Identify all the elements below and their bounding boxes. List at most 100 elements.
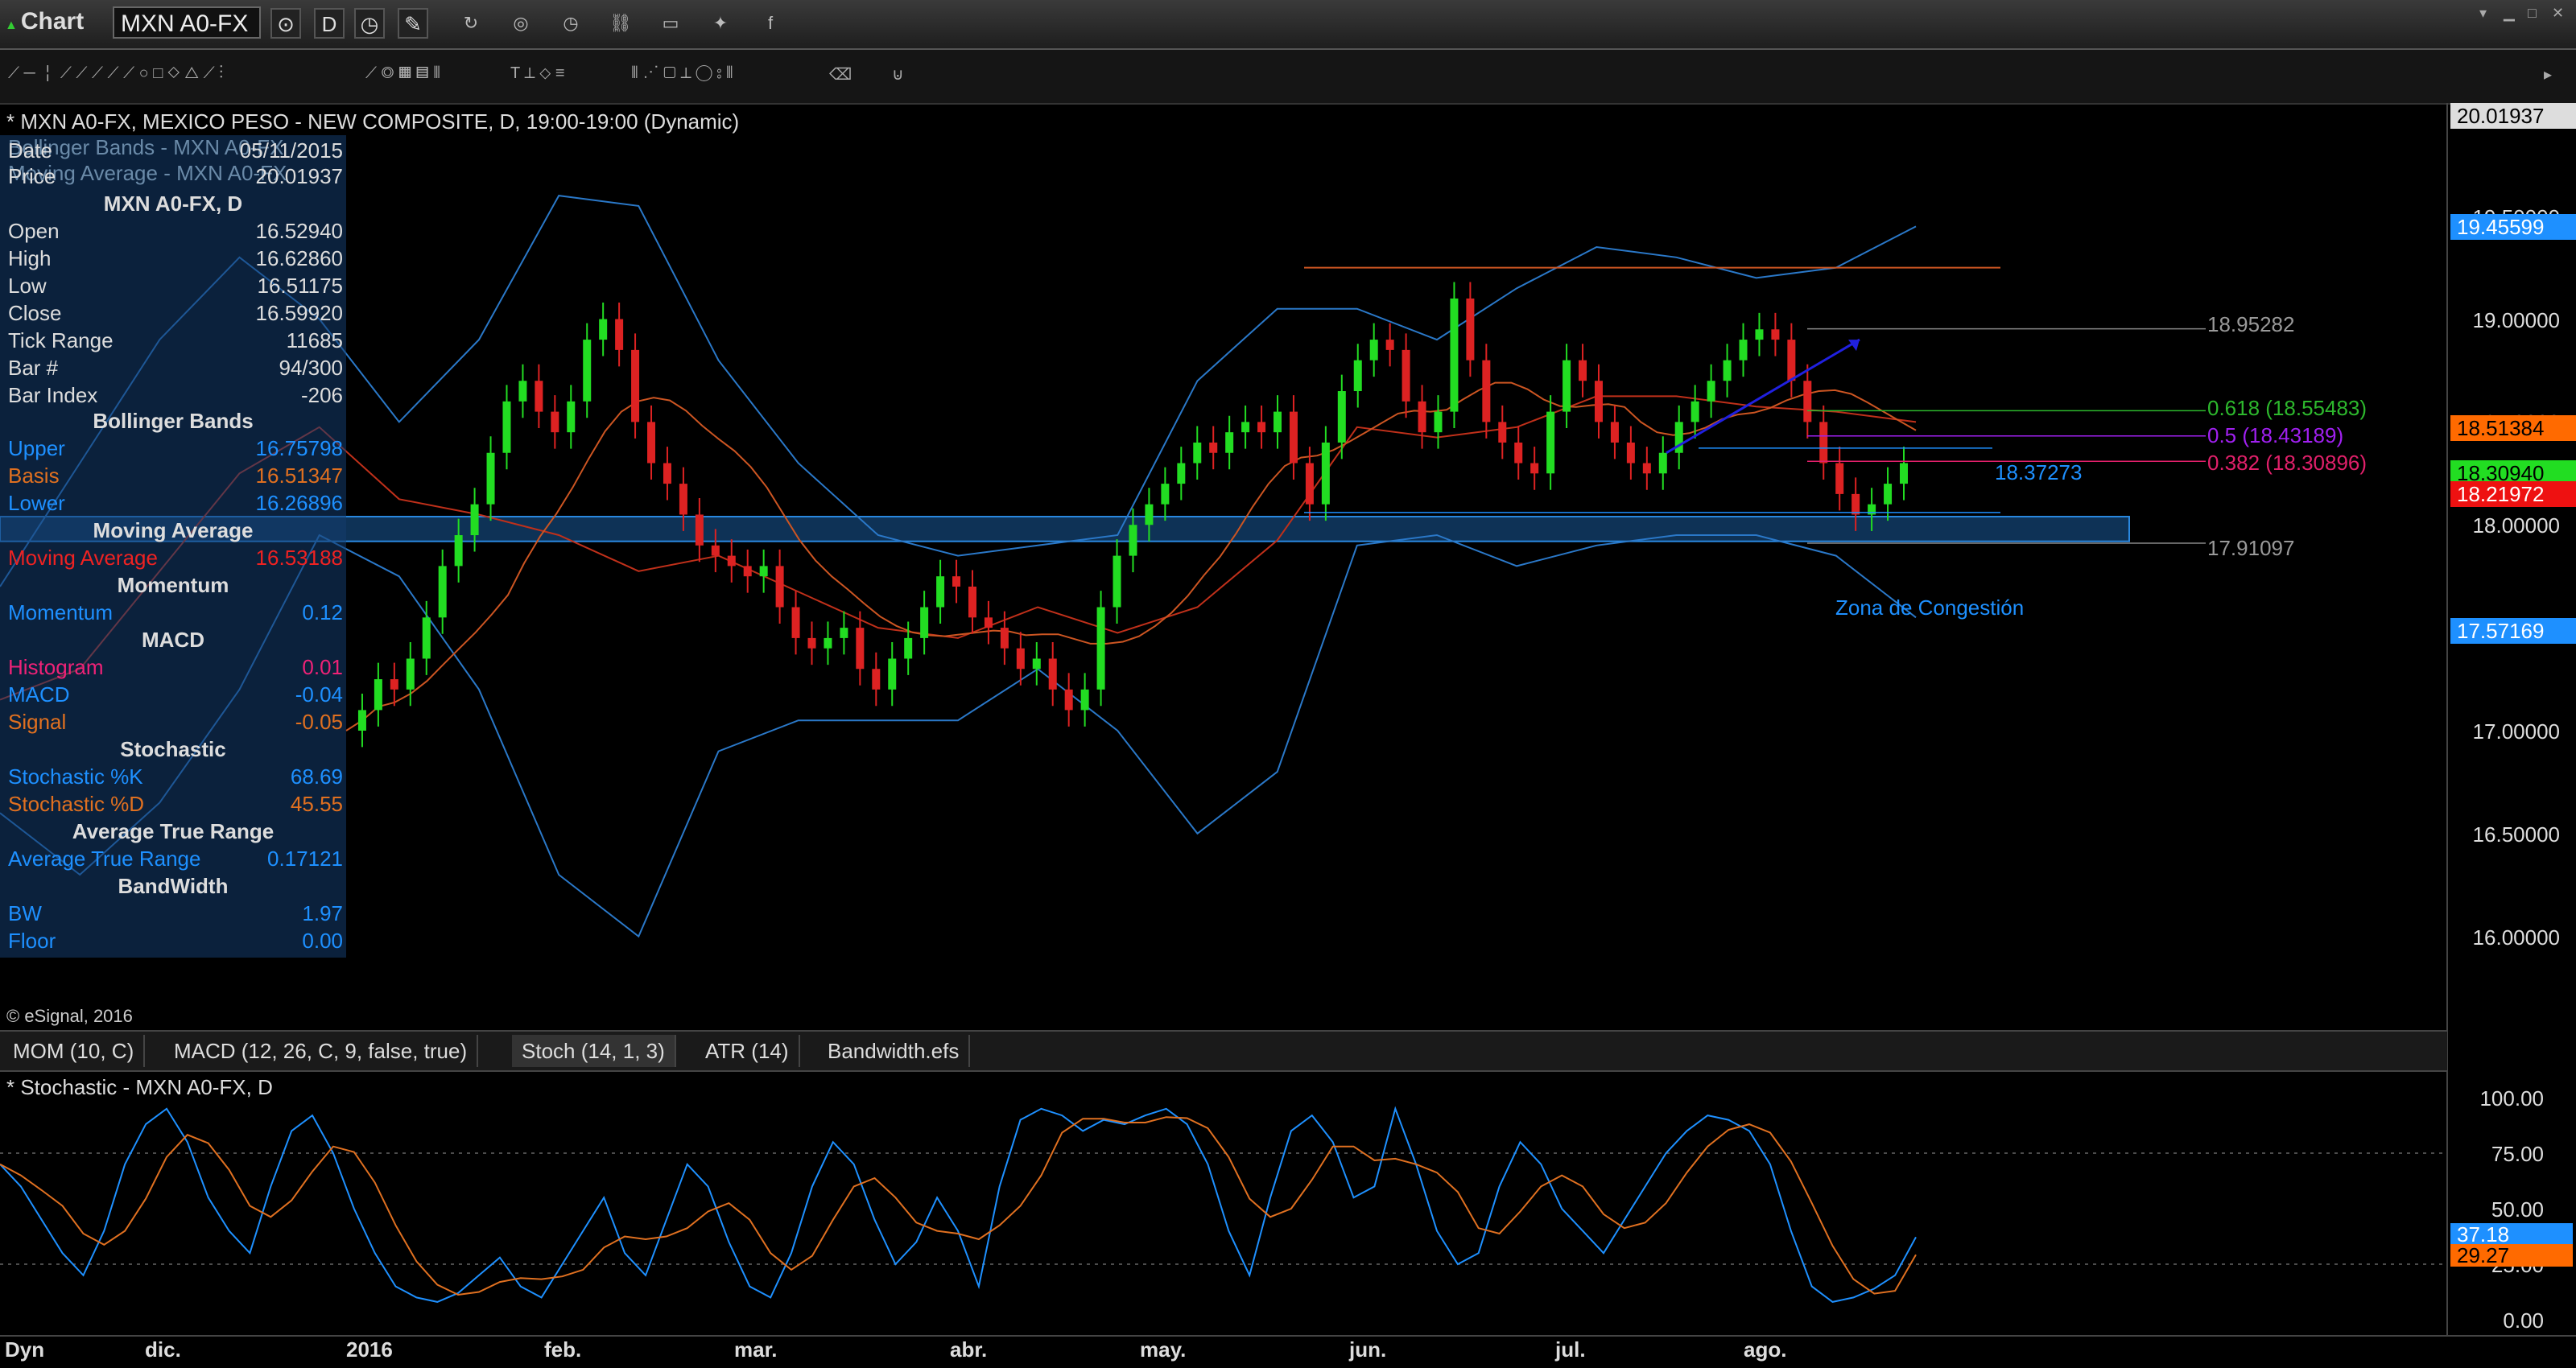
x-axis-label: dic.: [145, 1337, 181, 1362]
dw-ohlc-label: Bar Index: [8, 383, 98, 407]
stoch-tick: 0.00: [2503, 1308, 2544, 1333]
price-tick: 17.00000: [2472, 719, 2560, 744]
x-axis-corner[interactable]: Dyn: [5, 1337, 44, 1362]
candle-body: [775, 566, 784, 608]
tab-stoch[interactable]: Stoch (14, 1, 3): [512, 1035, 676, 1067]
chart-header: * MXN A0-FX, MEXICO PESO - NEW COMPOSITE…: [6, 109, 740, 134]
dw-ohlc-value: 11685: [286, 328, 343, 352]
candle-body: [727, 555, 736, 567]
candle-body: [454, 535, 463, 567]
candle-body: [1852, 493, 1860, 515]
tab-macd[interactable]: MACD (12, 26, C, 9, false, true): [164, 1035, 479, 1067]
data-window: Bollinger Bands - MXN A0-FX Moving Avera…: [0, 135, 346, 958]
candle-body: [1402, 349, 1410, 402]
fib-high-label: 18.95282: [2207, 312, 2295, 336]
price-axis[interactable]: 19.5000019.0000018.5000018.0000017.50000…: [2447, 103, 2576, 1028]
stoch-tick: 50.00: [2491, 1197, 2544, 1222]
candle-body: [1546, 411, 1555, 474]
level-label: 18.37273: [1995, 460, 2083, 484]
candle-body: [1498, 422, 1507, 443]
tab-bandwidth[interactable]: Bandwidth.efs: [818, 1035, 971, 1067]
candle-body: [1193, 442, 1202, 464]
candle-body: [1385, 340, 1394, 350]
dw-ohlc-value: 16.59920: [255, 301, 343, 325]
candle-body: [1096, 607, 1105, 690]
candle-body: [518, 381, 527, 402]
candle-body: [1080, 689, 1089, 711]
candle-body: [1900, 463, 1908, 484]
candle-body: [968, 586, 976, 618]
x-axis-label: jul.: [1555, 1337, 1586, 1362]
candle-body: [1482, 360, 1491, 422]
candle-body: [1579, 360, 1587, 381]
candle-body: [1466, 298, 1475, 361]
dw-floor: Floor 0.00: [8, 929, 343, 953]
price-label-lower-band: 17.57169: [2450, 618, 2576, 644]
candle-body: [695, 514, 704, 546]
candle-body: [422, 617, 431, 659]
candle-body: [615, 319, 624, 350]
dw-momentum-heading: Momentum: [117, 573, 229, 597]
stoch-k-label: 37.18: [2450, 1223, 2573, 1246]
candle-body: [1000, 628, 1009, 649]
candle-body: [1610, 422, 1619, 443]
dw-price: Price 20.01937: [8, 164, 343, 188]
candle-body: [1369, 340, 1378, 361]
candle-body: [1225, 432, 1234, 453]
fib-382-label: 0.382 (18.30896): [2207, 451, 2368, 475]
candle-body: [711, 545, 720, 556]
indicator-title: * Stochastic - MXN A0-FX, D: [6, 1075, 273, 1099]
candle-body: [904, 637, 913, 659]
price-chart[interactable]: [0, 0, 2576, 1368]
price-label-basis: 18.21972: [2450, 481, 2576, 507]
candle-body: [357, 710, 366, 731]
candle-body: [1274, 411, 1282, 433]
dw-macd: MACD -0.04: [8, 682, 343, 707]
dw-ohlc-row: Close 16.59920: [8, 301, 343, 328]
x-axis-label: may.: [1140, 1337, 1187, 1362]
candle-body: [1161, 484, 1170, 505]
candle-body: [1884, 484, 1893, 505]
candle-body: [1064, 689, 1073, 711]
dw-stoch-heading: Stochastic: [120, 737, 226, 761]
dw-ohlc-label: Bar #: [8, 356, 59, 380]
x-axis-label: mar.: [734, 1337, 778, 1362]
fib-50-label: 0.5 (18.43189): [2207, 423, 2344, 447]
candle-body: [502, 401, 511, 453]
tab-atr[interactable]: ATR (14): [696, 1035, 800, 1067]
candle-body: [952, 576, 961, 587]
candle-body: [1129, 525, 1137, 556]
candle-body: [1145, 504, 1154, 525]
dw-bb-lower: Lower 16.26896: [8, 491, 343, 515]
candle-body: [1739, 340, 1748, 361]
candle-body: [1177, 463, 1186, 484]
candle-body: [1803, 381, 1812, 422]
stoch-k-line: [0, 1106, 1917, 1303]
dw-ohlc-label: High: [8, 246, 52, 270]
candle-body: [840, 628, 848, 638]
dw-stoch-d: Stochastic %D 45.55: [8, 792, 343, 816]
candle-body: [599, 319, 608, 340]
dw-ohlc-row: Bar Index -206: [8, 383, 343, 410]
indicator-tabs: MOM (10, C) MACD (12, 26, C, 9, false, t…: [0, 1030, 2447, 1072]
candle-body: [390, 679, 398, 690]
candle-body: [1353, 360, 1362, 392]
candle-body: [936, 576, 945, 608]
dw-macd-heading: MACD: [142, 628, 204, 652]
candle-body: [647, 422, 656, 464]
price-label-ma: 18.51384: [2450, 415, 2576, 441]
dw-ohlc-label: Open: [8, 219, 60, 243]
candle-body: [1016, 648, 1025, 670]
x-axis-label: abr.: [950, 1337, 988, 1362]
candle-body: [551, 411, 559, 433]
dw-symbol-heading: MXN A0-FX, D: [103, 192, 243, 216]
dw-ohlc-row: Open 16.52940: [8, 219, 343, 246]
x-axis-label: 2016: [346, 1337, 393, 1362]
candle-body: [535, 381, 543, 412]
dw-ohlc-value: 94/300: [279, 356, 343, 380]
candle-body: [406, 658, 415, 690]
tab-mom[interactable]: MOM (10, C): [3, 1035, 146, 1067]
candle-body: [1563, 360, 1571, 412]
candle-body: [1658, 452, 1667, 474]
candle-body: [1835, 463, 1844, 494]
